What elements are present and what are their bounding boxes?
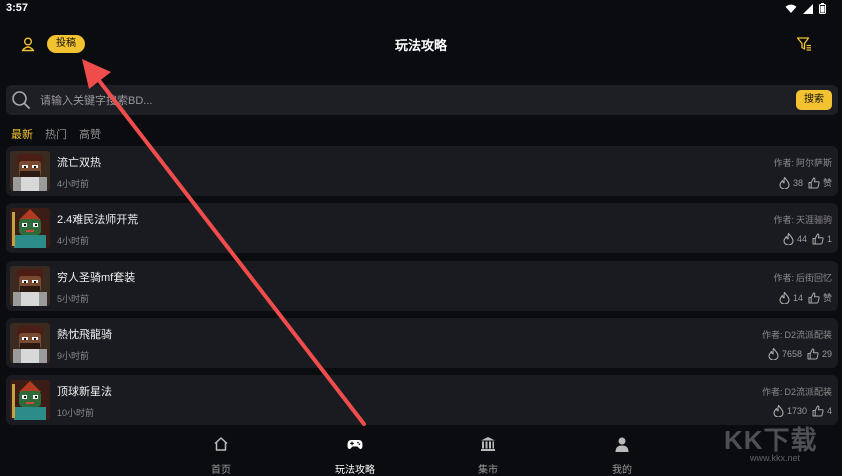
post-likes: 赞 xyxy=(822,293,832,303)
flame-icon xyxy=(779,176,790,189)
post-avatar xyxy=(10,208,50,248)
thumbs-up-icon[interactable] xyxy=(808,292,820,304)
post-time: 9小时前 xyxy=(57,351,90,361)
home-icon xyxy=(214,437,228,451)
nav-home[interactable]: 首页 xyxy=(191,436,251,476)
tab-hot[interactable]: 热门 xyxy=(45,126,67,142)
post-likes: 赞 xyxy=(822,178,832,188)
nav-market[interactable]: 集市 xyxy=(458,436,518,476)
post-likes: 29 xyxy=(821,349,832,359)
post-avatar xyxy=(10,380,50,420)
nav-profile[interactable]: 我的 xyxy=(592,436,652,476)
post-stats: 1730 4 xyxy=(773,405,832,417)
search-icon xyxy=(12,91,30,109)
post-time: 4小时前 xyxy=(57,236,90,246)
thumbs-up-icon[interactable] xyxy=(807,348,819,360)
post-card[interactable]: 流亡双热 4小时前 作者: 阿尔萨斯 38 赞 xyxy=(6,146,838,196)
post-time: 5小时前 xyxy=(57,294,90,304)
post-views: 38 xyxy=(792,177,803,188)
flame-icon xyxy=(779,291,790,304)
watermark-url: www.kkx.net xyxy=(750,453,801,463)
post-views: 14 xyxy=(792,292,803,303)
post-title: 穷人圣骑mf套装 xyxy=(57,272,136,284)
search-button[interactable]: 搜索 xyxy=(796,90,832,110)
post-time: 4小时前 xyxy=(57,179,90,189)
post-author-prefix: 作者: xyxy=(773,158,794,168)
bottom-navigation: 首页 玩法攻略 集市 我的 xyxy=(0,428,842,476)
post-title: 2.4难民法师开荒 xyxy=(57,214,139,226)
gamepad-icon xyxy=(347,440,363,450)
app-header: 投稿 玩法攻略 xyxy=(0,28,842,60)
post-card[interactable]: 顶球新星法 10小时前 作者: D2流派配装 1730 4 xyxy=(6,375,838,425)
post-views: 7658 xyxy=(781,349,802,359)
thumbs-up-icon[interactable] xyxy=(812,405,824,417)
post-author-prefix: 作者: xyxy=(761,330,783,340)
nav-guides[interactable]: 玩法攻略 xyxy=(325,436,385,476)
post-likes: 1 xyxy=(826,234,832,244)
bank-icon xyxy=(481,437,495,451)
post-author: 作者: D2流派配装 xyxy=(762,328,832,341)
filter-tabs: 最新 热门 高赞 xyxy=(11,126,101,142)
user-icon[interactable] xyxy=(20,36,36,52)
post-avatar xyxy=(10,151,50,191)
post-author-prefix: 作者: xyxy=(773,215,794,225)
post-card[interactable]: 穷人圣骑mf套装 5小时前 作者: 后街回忆 14 赞 xyxy=(6,261,838,311)
post-author-prefix: 作者: xyxy=(773,273,794,283)
status-bar: 3:57 xyxy=(0,0,842,18)
wifi-icon xyxy=(785,4,797,13)
post-stats: 7658 29 xyxy=(768,348,832,360)
post-author-name: 后街回忆 xyxy=(795,273,832,283)
tab-latest[interactable]: 最新 xyxy=(11,126,33,142)
post-views: 44 xyxy=(796,234,807,244)
post-author: 作者: 后街回忆 xyxy=(773,271,832,284)
battery-icon xyxy=(819,3,826,14)
watermark-text: KK下载 xyxy=(724,425,818,455)
search-input[interactable] xyxy=(38,90,742,112)
post-title: 顶球新星法 xyxy=(57,386,112,398)
post-card[interactable]: 熱忱飛龍骑 9小时前 作者: D2流派配装 7658 29 xyxy=(6,318,838,368)
post-author: 作者: D2流派配装 xyxy=(762,385,832,398)
post-author-name: D2流派配装 xyxy=(784,387,832,397)
post-author: 作者: 阿尔萨斯 xyxy=(773,156,832,169)
post-author-name: 天涯骊驹 xyxy=(795,215,832,225)
flame-icon xyxy=(768,348,779,360)
post-likes: 4 xyxy=(826,406,832,416)
post-stats: 38 赞 xyxy=(779,176,832,189)
post-author-name: D2流派配装 xyxy=(784,330,832,340)
signal-icon xyxy=(803,3,813,14)
post-time: 10小时前 xyxy=(57,408,95,418)
post-avatar xyxy=(10,266,50,306)
person-icon xyxy=(615,437,629,452)
post-stats: 14 赞 xyxy=(779,291,832,304)
watermark-logo: KK下载 www.kkx.net xyxy=(724,420,836,468)
status-icons xyxy=(785,3,826,14)
post-avatar xyxy=(10,323,50,363)
flame-icon xyxy=(773,405,784,417)
thumbs-up-icon[interactable] xyxy=(808,177,820,189)
page-title: 玩法攻略 xyxy=(394,38,447,53)
thumbs-up-icon[interactable] xyxy=(812,233,824,245)
post-stats: 44 1 xyxy=(783,233,832,245)
tab-top-liked[interactable]: 高赞 xyxy=(79,126,101,142)
post-title: 熱忱飛龍骑 xyxy=(57,329,112,341)
post-views: 1730 xyxy=(786,406,807,416)
flame-icon xyxy=(783,233,794,245)
post-title: 流亡双热 xyxy=(57,157,101,169)
post-author: 作者: 天涯骊驹 xyxy=(773,213,832,226)
submit-post-button[interactable]: 投稿 xyxy=(47,35,85,53)
status-time: 3:57 xyxy=(6,2,29,14)
post-author-name: 阿尔萨斯 xyxy=(795,158,832,168)
post-author-prefix: 作者: xyxy=(761,387,783,397)
search-bar: 搜索 xyxy=(6,85,838,115)
filter-icon[interactable] xyxy=(796,36,812,52)
post-card[interactable]: 2.4难民法师开荒 4小时前 作者: 天涯骊驹 44 1 xyxy=(6,203,838,253)
